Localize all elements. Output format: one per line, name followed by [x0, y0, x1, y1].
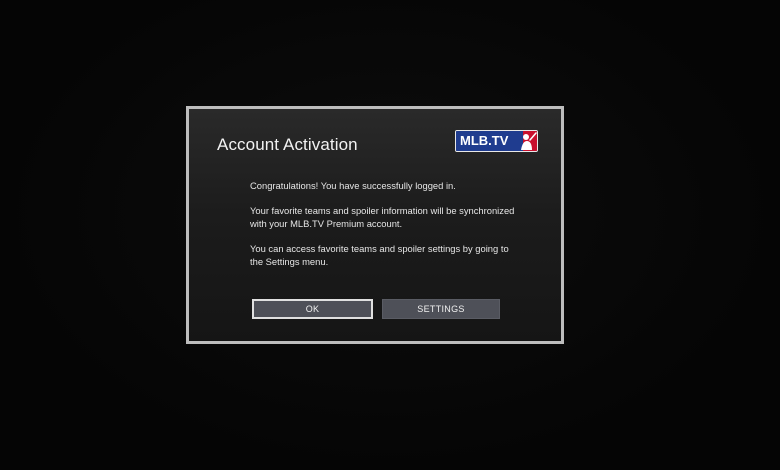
logo-text: MLB.TV: [456, 131, 512, 151]
ok-button[interactable]: OK: [252, 299, 373, 319]
message-success: Congratulations! You have successfully l…: [250, 180, 456, 191]
dialog-message: Congratulations! You have successfully l…: [250, 179, 520, 280]
mlb-tv-logo: MLB.TV: [455, 130, 538, 152]
mlb-batter-logo-icon: [512, 131, 537, 151]
dialog-title: Account Activation: [217, 135, 358, 154]
message-settings-hint: You can access favorite teams and spoile…: [250, 243, 509, 267]
tv-screen-background: Account Activation MLB.TV Congratulation…: [0, 0, 780, 470]
account-activation-dialog: Account Activation MLB.TV Congratulation…: [186, 106, 564, 344]
message-sync: Your favorite teams and spoiler informat…: [250, 205, 515, 229]
settings-button[interactable]: SETTINGS: [382, 299, 500, 319]
